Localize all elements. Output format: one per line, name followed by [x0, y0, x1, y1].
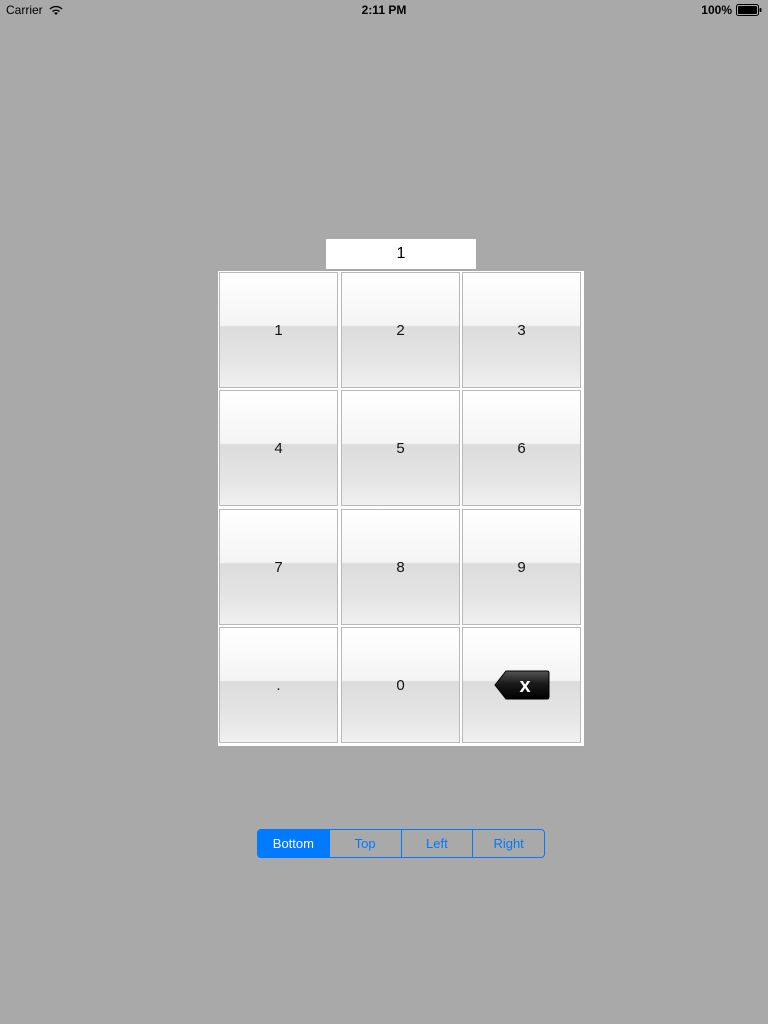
key-8[interactable]: 8: [341, 509, 460, 625]
key-1[interactable]: 1: [219, 272, 338, 388]
status-bar: Carrier 2:11 PM 100%: [0, 0, 768, 20]
key-7[interactable]: 7: [219, 509, 338, 625]
position-segmented-control: Bottom Top Left Right: [257, 829, 545, 858]
key-0[interactable]: 0: [341, 627, 460, 743]
segment-top[interactable]: Top: [330, 830, 402, 857]
segment-right[interactable]: Right: [473, 830, 544, 857]
backspace-glyph: x: [519, 675, 530, 697]
status-right: 100%: [701, 3, 762, 17]
number-display: 1: [326, 239, 476, 269]
backspace-icon: x: [493, 669, 550, 701]
battery-percent: 100%: [701, 3, 732, 17]
key-6[interactable]: 6: [462, 390, 581, 506]
segment-left[interactable]: Left: [402, 830, 474, 857]
keypad: 1 2 3 4 5 6 7 8 9 . 0 x: [218, 271, 584, 746]
key-5[interactable]: 5: [341, 390, 460, 506]
segment-bottom[interactable]: Bottom: [258, 830, 330, 857]
key-4[interactable]: 4: [219, 390, 338, 506]
key-2[interactable]: 2: [341, 272, 460, 388]
backspace-button[interactable]: x: [462, 627, 581, 743]
battery-icon: [736, 4, 762, 16]
key-decimal[interactable]: .: [219, 627, 338, 743]
key-3[interactable]: 3: [462, 272, 581, 388]
status-time: 2:11 PM: [361, 3, 407, 17]
key-9[interactable]: 9: [462, 509, 581, 625]
